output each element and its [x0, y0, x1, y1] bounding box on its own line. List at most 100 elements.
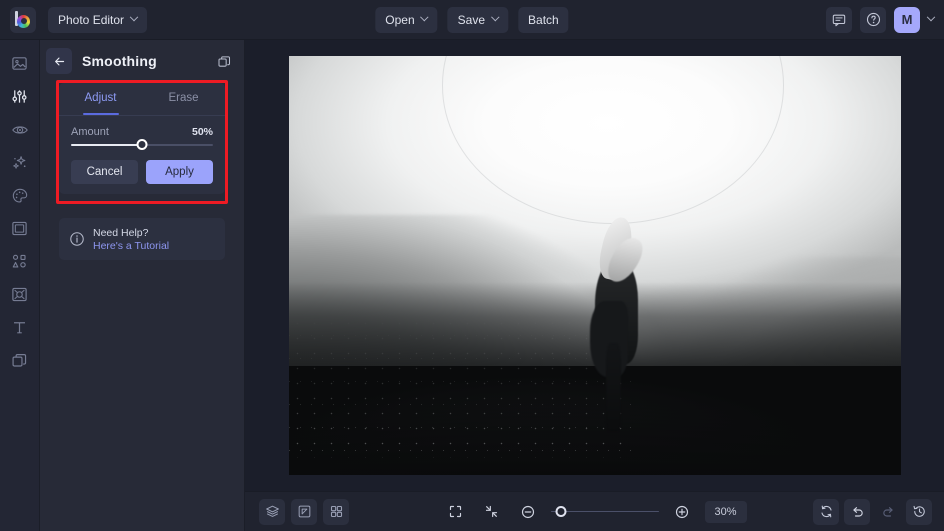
- sidebar-item-artsy[interactable]: [5, 184, 35, 207]
- expand-frame-icon: [449, 505, 462, 518]
- amount-slider-track[interactable]: [71, 139, 213, 150]
- resize-arrow-icon: [298, 505, 310, 518]
- question-circle-icon: [866, 12, 880, 27]
- sidebar-item-frames[interactable]: [5, 217, 35, 240]
- actual-size-button[interactable]: [479, 499, 505, 525]
- layers-stack-icon: [265, 505, 279, 517]
- tab-adjust[interactable]: Adjust: [59, 83, 142, 113]
- shapes-icon: [12, 254, 26, 268]
- help-button[interactable]: [860, 6, 886, 33]
- four-squares-icon: [330, 505, 342, 518]
- sidebar-item-layers[interactable]: [5, 349, 35, 372]
- avatar[interactable]: M: [894, 6, 920, 33]
- foggy-landscape-photo[interactable]: [288, 56, 901, 475]
- zoom-out-button[interactable]: [515, 499, 541, 525]
- zoom-slider[interactable]: [550, 505, 659, 519]
- grid-button[interactable]: [323, 498, 349, 525]
- zoom-in-button[interactable]: [669, 499, 695, 525]
- amount-value: 50%: [191, 126, 213, 138]
- top-toolbar-center: Open Save Batch: [375, 6, 569, 33]
- refresh-icon: [820, 505, 832, 518]
- help-text: Need Help? Here's a Tutorial: [93, 227, 169, 252]
- layers-button[interactable]: [259, 498, 285, 525]
- logo-rainbow-circle: [17, 14, 30, 28]
- logo-mark: [13, 10, 33, 29]
- photo-editor-app: Photo Editor Open Save Batch M Smoothing…: [0, 0, 944, 531]
- chevron-down-icon: [490, 12, 500, 21]
- save-button-label: Save: [457, 12, 486, 27]
- minus-circle-icon: [521, 505, 534, 518]
- sidebar-item-edit[interactable]: [5, 85, 35, 108]
- tool-rail: [0, 40, 40, 531]
- sidebar-item-effects[interactable]: [5, 151, 35, 174]
- befunky-logo[interactable]: [10, 6, 36, 33]
- amount-slider[interactable]: [59, 138, 225, 150]
- open-button[interactable]: Open: [375, 6, 438, 33]
- reset-button[interactable]: [813, 498, 839, 525]
- canvas-area[interactable]: [245, 40, 944, 491]
- transform-button[interactable]: [291, 498, 317, 525]
- history-button[interactable]: [906, 498, 932, 525]
- account-chevron-down-icon[interactable]: [926, 12, 936, 21]
- eye-icon: [11, 125, 28, 134]
- app-switcher-label: Photo Editor: [58, 12, 125, 27]
- panel-header: Smoothing: [40, 40, 244, 82]
- bottom-toolbar-left: [259, 498, 349, 525]
- bottom-toolbar-center: 30%: [443, 499, 747, 525]
- back-button[interactable]: [46, 48, 72, 74]
- bottom-toolbar: 30%: [245, 491, 944, 531]
- action-buttons: Cancel Apply: [59, 146, 225, 184]
- batch-button[interactable]: Batch: [518, 6, 569, 33]
- sparkles-icon: [12, 155, 26, 169]
- layers-copy-icon: [12, 354, 27, 367]
- collapse-arrows-icon: [485, 505, 498, 518]
- duplicate-button[interactable]: [214, 51, 234, 71]
- sidebar-item-graphics[interactable]: [5, 250, 35, 273]
- tab-adjust-label: Adjust: [84, 92, 117, 104]
- apply-button[interactable]: Apply: [146, 160, 213, 184]
- page-title: Smoothing: [82, 53, 157, 69]
- amount-slider-fill: [71, 144, 142, 146]
- amount-label: Amount: [71, 126, 109, 138]
- redo-arrow-icon: [882, 507, 893, 517]
- undo-button[interactable]: [844, 498, 870, 525]
- texture-icon: [12, 287, 27, 302]
- sliders-icon: [12, 90, 27, 103]
- open-button-label: Open: [385, 12, 415, 27]
- help-link[interactable]: Here's a Tutorial: [93, 240, 169, 252]
- amount-row: Amount 50%: [59, 116, 225, 138]
- redo-button[interactable]: [875, 499, 901, 525]
- sidebar-item-textures[interactable]: [5, 283, 35, 306]
- app-switcher-button[interactable]: Photo Editor: [48, 6, 148, 33]
- sidebar-item-image[interactable]: [5, 52, 35, 75]
- sidebar-item-text[interactable]: [5, 316, 35, 339]
- top-toolbar: Photo Editor Open Save Batch M: [0, 0, 944, 40]
- tab-erase-label: Erase: [168, 92, 199, 104]
- sidebar-item-touchup[interactable]: [5, 118, 35, 141]
- feedback-button[interactable]: [826, 6, 852, 33]
- batch-button-label: Batch: [528, 12, 559, 27]
- amount-slider-knob[interactable]: [136, 139, 148, 150]
- cancel-button[interactable]: Cancel: [71, 160, 138, 184]
- panel-tabs: Adjust Erase: [59, 83, 225, 113]
- zoom-slider-knob[interactable]: [555, 506, 567, 517]
- duplicate-icon: [217, 55, 230, 67]
- smoothing-controls-card: Adjust Erase Amount 50% Cancel Apply: [59, 83, 225, 194]
- top-toolbar-right: M: [826, 6, 936, 33]
- save-button[interactable]: Save: [447, 6, 509, 33]
- help-card[interactable]: Need Help? Here's a Tutorial: [59, 218, 225, 260]
- frame-icon: [12, 221, 27, 236]
- figure-legs: [605, 343, 622, 431]
- tab-erase[interactable]: Erase: [142, 83, 225, 113]
- chevron-down-icon: [420, 12, 429, 21]
- chevron-down-icon: [129, 12, 139, 21]
- clock-rewind-icon: [913, 505, 925, 517]
- help-title: Need Help?: [93, 226, 149, 239]
- avatar-initial: M: [901, 12, 913, 27]
- fit-to-screen-button[interactable]: [443, 499, 469, 525]
- plus-circle-icon: [675, 505, 688, 518]
- photo-flower-specks: [288, 315, 632, 459]
- text-t-icon: [14, 322, 25, 334]
- zoom-level[interactable]: 30%: [704, 500, 747, 523]
- photo-figure: [585, 215, 648, 431]
